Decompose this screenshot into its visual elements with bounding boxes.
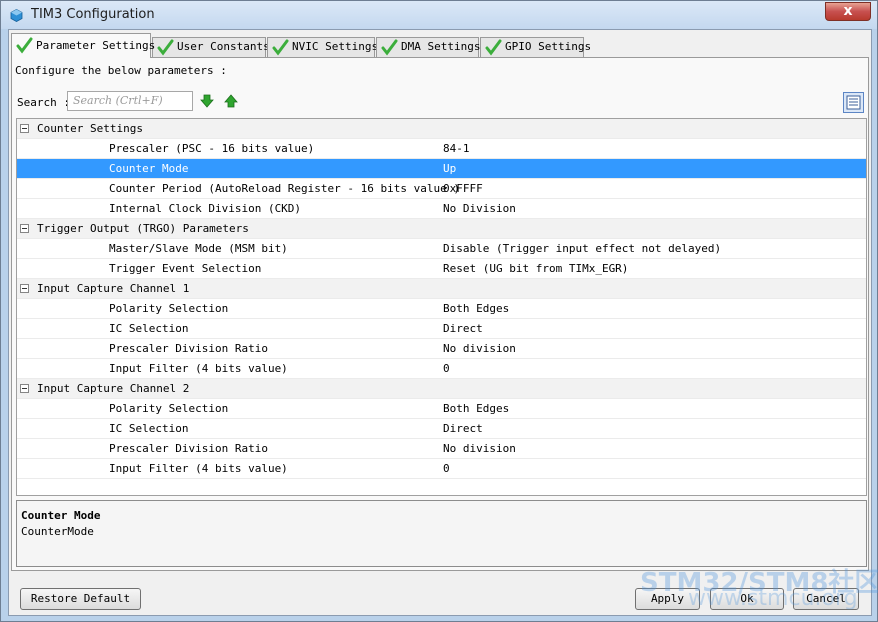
group-label: Input Capture Channel 2: [37, 382, 190, 395]
param-value[interactable]: Both Edges: [443, 402, 509, 415]
check-icon: [381, 39, 398, 56]
search-label: Search :: [17, 96, 70, 109]
cube-icon: [10, 9, 23, 22]
param-value[interactable]: 0: [443, 462, 450, 475]
param-value[interactable]: Direct: [443, 322, 483, 335]
group-trigger-output[interactable]: Trigger Output (TRGO) Parameters: [17, 219, 866, 239]
instruction-text: Configure the below parameters :: [15, 64, 227, 77]
restore-default-button[interactable]: Restore Default: [20, 588, 141, 610]
collapse-icon[interactable]: [20, 384, 29, 393]
group-label: Input Capture Channel 1: [37, 282, 190, 295]
group-input-capture-channel-2[interactable]: Input Capture Channel 2: [17, 379, 866, 399]
param-row[interactable]: Internal Clock Division (CKD) No Divisio…: [17, 199, 866, 219]
tab-gpio-settings[interactable]: GPIO Settings: [480, 37, 591, 57]
param-row[interactable]: Trigger Event Selection Reset (UG bit fr…: [17, 259, 866, 279]
tab-label: Parameter Settings: [36, 39, 156, 52]
param-value[interactable]: 0xFFFF: [443, 182, 483, 195]
arrow-up-icon[interactable]: [224, 94, 238, 108]
param-value[interactable]: 84-1: [443, 142, 470, 155]
description-box: Counter Mode CounterMode: [16, 500, 867, 567]
tab-label: NVIC Settings: [292, 40, 379, 53]
param-row[interactable]: Polarity Selection Both Edges: [17, 399, 866, 419]
param-name: Polarity Selection: [109, 302, 229, 315]
description-text: CounterMode: [21, 525, 94, 538]
search-input[interactable]: Search (Crtl+F): [67, 91, 193, 111]
check-icon: [272, 39, 289, 56]
param-name: Counter Period (AutoReload Register - 16…: [109, 182, 460, 195]
param-name: Counter Mode: [109, 162, 189, 175]
tab-user-constants[interactable]: User Constants: [152, 37, 270, 57]
cancel-button[interactable]: Cancel: [793, 588, 859, 610]
close-button[interactable]: x: [825, 2, 871, 21]
tab-label: DMA Settings: [401, 40, 481, 53]
group-counter-settings[interactable]: Counter Settings: [17, 119, 866, 139]
group-label: Counter Settings: [37, 122, 143, 135]
param-value[interactable]: No division: [443, 442, 516, 455]
param-name: IC Selection: [109, 422, 189, 435]
tab-dma-settings[interactable]: DMA Settings: [376, 37, 481, 57]
param-name: Prescaler Division Ratio: [109, 342, 268, 355]
param-row[interactable]: Master/Slave Mode (MSM bit) Disable (Tri…: [17, 239, 866, 259]
param-value[interactable]: Direct: [443, 422, 483, 435]
param-name: Internal Clock Division (CKD): [109, 202, 302, 215]
param-name: Trigger Event Selection: [109, 262, 262, 275]
collapse-icon[interactable]: [20, 284, 29, 293]
param-name: Polarity Selection: [109, 402, 229, 415]
param-name: Input Filter (4 bits value): [109, 362, 288, 375]
param-value[interactable]: Up: [443, 162, 456, 175]
param-row[interactable]: Prescaler Division Ratio No division: [17, 439, 866, 459]
check-icon: [485, 39, 502, 56]
param-row[interactable]: Input Filter (4 bits value) 0: [17, 459, 866, 479]
tab-nvic-settings[interactable]: NVIC Settings: [267, 37, 379, 57]
list-view-icon: [846, 95, 861, 110]
parameter-settings-panel: Configure the below parameters : Search …: [11, 57, 869, 571]
param-row[interactable]: Prescaler Division Ratio No division: [17, 339, 866, 359]
param-value[interactable]: 0: [443, 362, 450, 375]
param-name: Prescaler (PSC - 16 bits value): [109, 142, 315, 155]
collapse-icon[interactable]: [20, 224, 29, 233]
list-view-button[interactable]: [843, 92, 864, 113]
param-row[interactable]: Counter Period (AutoReload Register - 16…: [17, 179, 866, 199]
param-value[interactable]: Disable (Trigger input effect not delaye…: [443, 242, 721, 255]
arrow-down-icon[interactable]: [200, 94, 214, 108]
apply-button[interactable]: Apply: [635, 588, 700, 610]
close-icon: x: [843, 3, 853, 19]
description-title: Counter Mode: [21, 509, 101, 522]
window-title: TIM3 Configuration: [31, 7, 155, 22]
ok-button[interactable]: Ok: [710, 588, 784, 610]
tab-label: GPIO Settings: [505, 40, 592, 53]
param-value[interactable]: No division: [443, 342, 516, 355]
param-row[interactable]: IC Selection Direct: [17, 319, 866, 339]
param-row[interactable]: Input Filter (4 bits value) 0: [17, 359, 866, 379]
tim3-configuration-window: TIM3 Configuration x Parameter Settings …: [0, 0, 878, 622]
title-bar[interactable]: TIM3 Configuration x: [1, 1, 877, 29]
tab-parameter-settings[interactable]: Parameter Settings: [11, 33, 155, 58]
param-value[interactable]: No Division: [443, 202, 516, 215]
group-label: Trigger Output (TRGO) Parameters: [37, 222, 249, 235]
param-value[interactable]: Reset (UG bit from TIMx_EGR): [443, 262, 628, 275]
parameter-tree: Counter Settings Prescaler (PSC - 16 bit…: [16, 118, 867, 496]
group-input-capture-channel-1[interactable]: Input Capture Channel 1: [17, 279, 866, 299]
param-name: Input Filter (4 bits value): [109, 462, 288, 475]
param-name: Master/Slave Mode (MSM bit): [109, 242, 288, 255]
tab-label: User Constants: [177, 40, 270, 53]
check-icon: [157, 39, 174, 56]
param-name: Prescaler Division Ratio: [109, 442, 268, 455]
param-value[interactable]: Both Edges: [443, 302, 509, 315]
param-row-selected[interactable]: Counter Mode Up: [17, 159, 866, 179]
dialog-client-area: Parameter Settings User Constants NVIC S…: [8, 29, 872, 616]
param-row[interactable]: IC Selection Direct: [17, 419, 866, 439]
param-row[interactable]: Polarity Selection Both Edges: [17, 299, 866, 319]
check-icon: [16, 37, 33, 54]
param-name: IC Selection: [109, 322, 189, 335]
collapse-icon[interactable]: [20, 124, 29, 133]
param-row[interactable]: Prescaler (PSC - 16 bits value) 84-1: [17, 139, 866, 159]
